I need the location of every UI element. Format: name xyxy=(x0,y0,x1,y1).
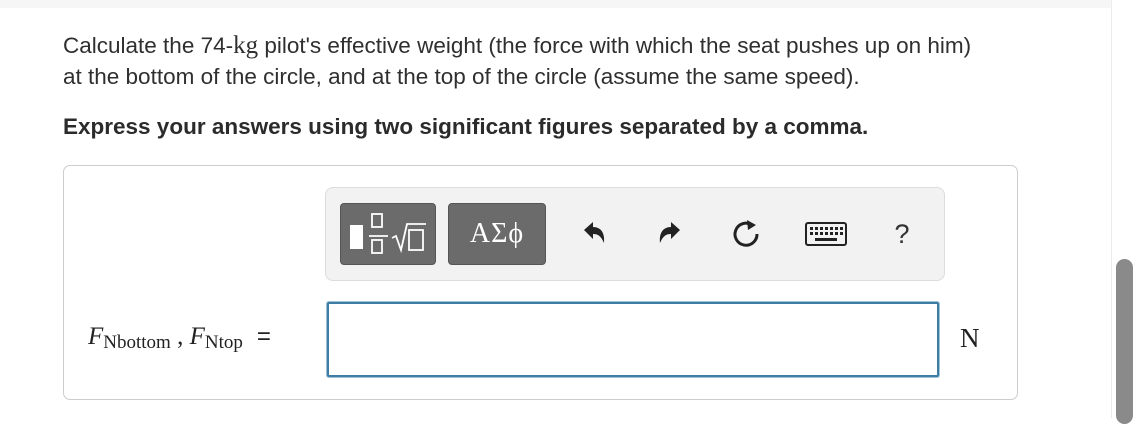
question-line-1-start: Calculate the 74- xyxy=(63,33,234,58)
question-line-2: at the bottom of the circle, and at the … xyxy=(63,64,860,89)
subscript-nbottom: Nbottom xyxy=(103,332,171,353)
reset-icon xyxy=(733,220,759,247)
symbols-label: ΑΣϕ xyxy=(469,218,525,249)
math-toolbar: ΑΣϕ ? xyxy=(325,187,945,281)
question-line-1-end: pilot's effective weight (the force with… xyxy=(258,33,972,58)
label-separator: , xyxy=(170,323,190,350)
symbols-button[interactable]: ΑΣϕ xyxy=(448,203,546,265)
variable-f-bottom: F xyxy=(88,323,104,350)
mass-unit: kg xyxy=(233,32,259,59)
keyboard-icon xyxy=(805,222,847,246)
templates-button[interactable] xyxy=(340,203,436,265)
redo-icon xyxy=(659,222,680,243)
scrollbar-thumb[interactable] xyxy=(1116,259,1133,424)
question-text: Calculate the 74-kg pilot's effective we… xyxy=(63,30,1123,92)
question-line-1: Calculate the 74-kg pilot's effective we… xyxy=(63,30,1123,61)
help-icon: ? xyxy=(894,218,910,249)
reset-button[interactable] xyxy=(728,216,764,252)
keyboard-button[interactable] xyxy=(804,216,848,252)
answer-label: FNbottom , FNtop = xyxy=(88,323,271,354)
variable-f-top: F xyxy=(189,323,205,350)
redo-button[interactable] xyxy=(652,216,688,252)
subscript-ntop: Ntop xyxy=(204,332,243,353)
templates-icon xyxy=(350,213,426,254)
answer-input[interactable] xyxy=(327,302,939,377)
top-strip xyxy=(0,0,1136,8)
instruction-text: Express your answers using two significa… xyxy=(63,114,869,139)
help-button[interactable]: ? xyxy=(884,216,920,252)
equals-sign: = xyxy=(256,323,271,350)
undo-icon xyxy=(584,222,605,243)
undo-button[interactable] xyxy=(576,216,612,252)
unit-label: N xyxy=(960,323,980,353)
